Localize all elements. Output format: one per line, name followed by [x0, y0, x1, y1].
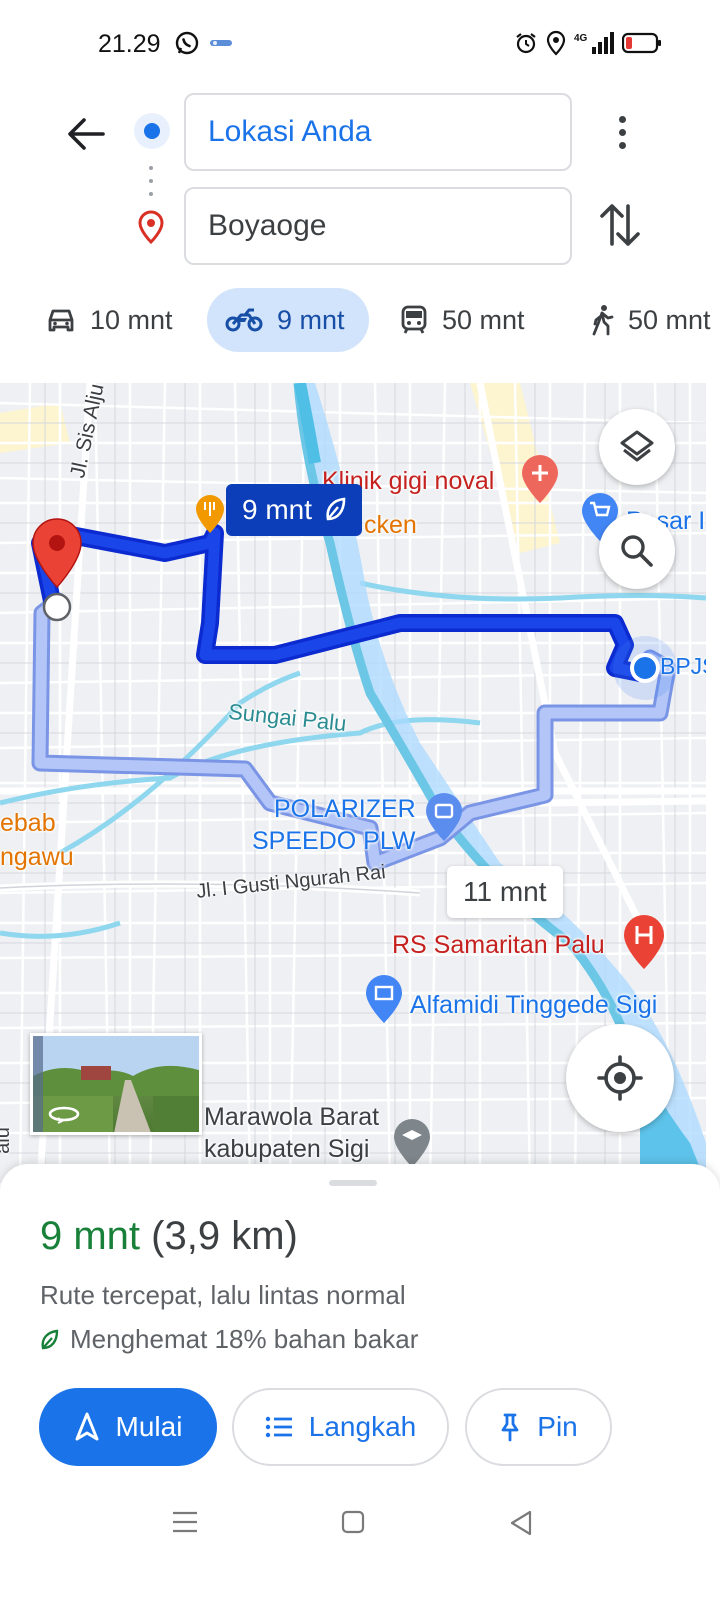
start-button-label: Mulai	[115, 1411, 183, 1442]
my-location-icon	[597, 1055, 643, 1101]
map-label-kebab-1: ebab	[0, 809, 56, 837]
route-connector	[148, 166, 154, 196]
street-view-thumbnail[interactable]	[30, 1033, 202, 1135]
mode-walk-label: 50 mnt	[628, 304, 711, 335]
map-label-bpjs: BPJS	[660, 653, 706, 679]
steps-button-label: Langkah	[308, 1411, 417, 1442]
mode-transit-label: 50 mnt	[442, 304, 525, 335]
mode-tab-car[interactable]: 10 mnt	[46, 288, 173, 352]
status-right-icons: 4G	[514, 30, 662, 56]
primary-route-callout[interactable]: 9 mnt	[226, 484, 363, 536]
system-nav-bar	[0, 1490, 720, 1560]
map-view[interactable]: Jl. Sis Alju Klinik gigi noval cken Pasa…	[0, 383, 706, 1183]
destination-pin-icon	[136, 210, 166, 249]
home-square-icon	[341, 1510, 365, 1534]
origin-input[interactable]: Lokasi Anda	[184, 93, 572, 171]
pin-button[interactable]: Pin	[465, 1388, 612, 1466]
route-description: Rute tercepat, lalu lintas normal	[40, 1280, 406, 1310]
list-icon	[265, 1416, 292, 1438]
alarm-icon	[516, 33, 536, 54]
origin-dot-icon	[134, 113, 170, 149]
pin-button-label: Pin	[537, 1411, 578, 1442]
transit-icon	[401, 305, 427, 334]
route-distance: (3,9 km)	[151, 1214, 298, 1258]
notification-icon	[210, 40, 232, 46]
whatsapp-icon	[175, 31, 199, 55]
nav-menu-button[interactable]	[172, 1510, 198, 1539]
mode-tab-walk[interactable]: 50 mnt	[590, 288, 711, 352]
car-icon	[48, 309, 74, 332]
map-label-polarizer-2: SPEEDO PLW	[252, 827, 416, 855]
motorcycle-icon	[225, 308, 263, 332]
eco-leaf-icon	[41, 1329, 59, 1349]
search-icon	[621, 535, 653, 567]
primary-route-time: 9 mnt	[242, 494, 313, 525]
back-triangle-icon	[510, 1510, 532, 1536]
mode-tab-transit[interactable]: 50 mnt	[400, 288, 525, 352]
more-vert-icon	[618, 115, 626, 123]
travel-mode-tabs: 10 mnt 9 mnt 50 mnt 50 mnt	[0, 288, 720, 352]
map-label-chicken: cken	[364, 511, 417, 539]
mode-tab-motorcycle[interactable]: 9 mnt	[207, 288, 369, 352]
arrow-back-icon	[68, 118, 105, 150]
map-label-alfamidi: Alfamidi Tinggede Sigi	[410, 991, 658, 1019]
swap-button[interactable]	[598, 200, 642, 255]
menu-icon	[173, 1511, 197, 1533]
map-label-hospital: RS Samaritan Palu	[392, 931, 605, 959]
status-bar: 21.29 4G	[0, 0, 720, 88]
eco-leaf-icon	[326, 497, 346, 521]
map-label-marawola-2: kabupaten Sigi	[204, 1135, 370, 1163]
mode-motorcycle-label: 9 mnt	[277, 304, 345, 335]
map-label-kebab-2: ngawu	[0, 843, 74, 871]
map-label-polarizer-1: POLARIZER	[274, 795, 416, 823]
search-along-route-button[interactable]	[599, 513, 675, 589]
layers-button[interactable]	[599, 409, 675, 485]
route-summary: 9 mnt (3,9 km)	[40, 1214, 298, 1259]
mode-car-label: 10 mnt	[90, 304, 173, 335]
360-view-icon	[48, 1106, 80, 1124]
signal-4g-icon: 4G	[574, 32, 614, 54]
nav-back-button[interactable]	[508, 1510, 534, 1541]
walk-icon	[592, 305, 614, 336]
map-label-marawola-1: Marawola Barat	[204, 1103, 380, 1131]
my-location-button[interactable]	[566, 1024, 674, 1132]
fuel-saving-info: Menghemat 18% bahan bakar	[40, 1324, 418, 1355]
nav-home-button[interactable]	[341, 1510, 365, 1539]
alt-route-time: 11 mnt	[463, 876, 547, 907]
steps-button[interactable]: Langkah	[232, 1388, 449, 1466]
back-button[interactable]	[60, 108, 112, 160]
alt-route-callout[interactable]: 11 mnt	[447, 866, 563, 918]
status-left-icons	[174, 30, 232, 56]
pin-icon	[501, 1413, 519, 1442]
layers-icon	[620, 430, 654, 462]
svg-text:4G: 4G	[574, 33, 588, 44]
navigation-arrow-icon	[75, 1412, 99, 1441]
sheet-drag-handle[interactable]	[329, 1180, 377, 1186]
more-options-button[interactable]	[602, 108, 642, 156]
swap-vert-icon	[600, 204, 640, 246]
start-navigation-button[interactable]: Mulai	[39, 1388, 217, 1466]
route-duration: 9 mnt	[40, 1214, 141, 1258]
battery-icon	[622, 32, 661, 54]
destination-input[interactable]: Boyaoge	[184, 187, 572, 265]
map-label-left-edge: alu	[0, 1127, 14, 1154]
status-time: 21.29	[98, 30, 161, 58]
fuel-saving-text: Menghemat 18% bahan bakar	[70, 1324, 419, 1354]
location-icon	[546, 30, 566, 56]
